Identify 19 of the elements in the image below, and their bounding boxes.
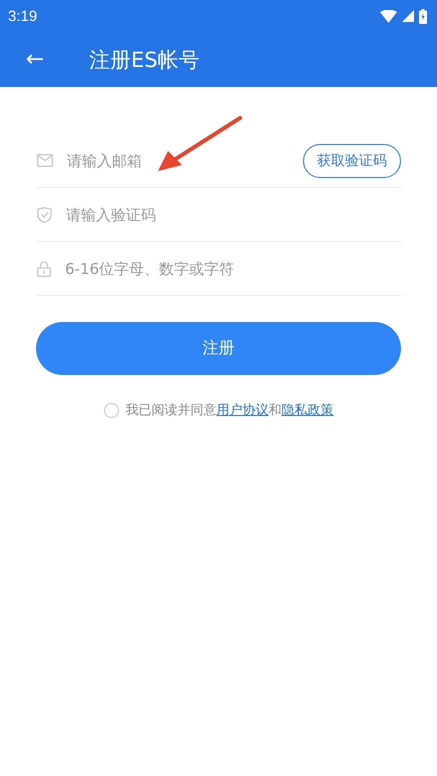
wifi-icon (380, 10, 397, 22)
agreement-text: 我已阅读并同意 (126, 402, 216, 419)
page-title: 注册ES帐号 (89, 46, 200, 74)
agree-radio[interactable] (104, 402, 118, 418)
privacy-policy-link[interactable]: 隐私政策 (282, 401, 334, 419)
signal-icon (402, 10, 414, 22)
input-field[interactable]: 请输入验证码 (66, 206, 401, 224)
register-button[interactable]: 注册 (36, 322, 401, 375)
user-agreement-link[interactable]: 用户协议 (216, 401, 268, 419)
status-time: 3:19 (8, 8, 38, 24)
mail-icon (37, 154, 53, 167)
lock-icon (37, 260, 51, 276)
agreement-joiner: 和 (268, 402, 282, 419)
battery-icon (419, 8, 427, 24)
input-field[interactable]: 6-16位字母、数字或字符 (65, 260, 401, 278)
get-code-button[interactable]: 获取验证码 (303, 144, 401, 178)
input-field[interactable]: 请输入邮箱 (67, 152, 303, 170)
shield-check-icon (37, 206, 52, 222)
back-button[interactable]: ← (23, 47, 47, 72)
